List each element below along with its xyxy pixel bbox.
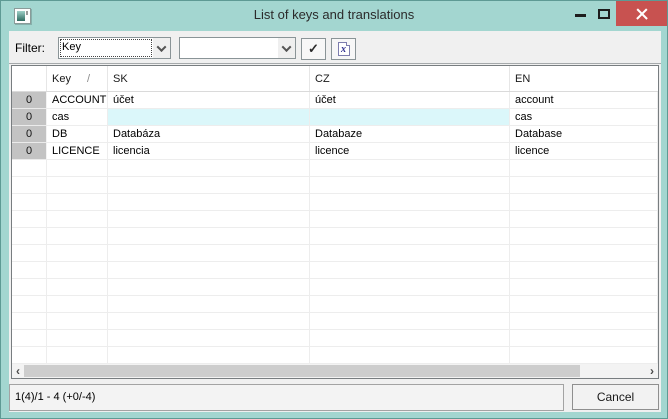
empty-row (12, 160, 658, 177)
sort-ascending-icon: / (87, 73, 90, 85)
column-header-cz[interactable]: CZ (310, 66, 510, 91)
empty-row (12, 347, 658, 364)
empty-row (12, 279, 658, 296)
titlebar: List of keys and translations (1, 1, 667, 31)
empty-row (12, 262, 658, 279)
column-header-key[interactable]: Key / (47, 66, 108, 91)
filter-value-input[interactable] (180, 38, 278, 58)
close-icon (636, 8, 648, 20)
cell-en[interactable]: licence (510, 143, 658, 160)
empty-row (12, 228, 658, 245)
cell-cz-missing-translation[interactable] (310, 109, 510, 126)
filter-value-combobox[interactable] (179, 37, 296, 59)
cell-key[interactable]: DB (47, 126, 108, 143)
table-row[interactable]: 0 LICENCE licencia licence licence (12, 143, 658, 160)
filter-field-value: Key (59, 38, 153, 58)
table-row[interactable]: 0 ACCOUNT účet účet account (12, 92, 658, 109)
table-row[interactable]: 0 cas cas (12, 109, 658, 126)
cell-key[interactable]: cas (47, 109, 108, 126)
window-controls (568, 1, 667, 27)
cell-en[interactable]: cas (510, 109, 658, 126)
cell-sk[interactable]: účet (108, 92, 310, 109)
empty-row (12, 177, 658, 194)
maximize-button[interactable] (592, 1, 616, 27)
cell-sk[interactable]: Databáza (108, 126, 310, 143)
filter-toolbar: Filter: Key ✓ x (9, 31, 661, 64)
record-count-status: 1(4)/1 - 4 (+0/-4) (9, 384, 564, 411)
apply-filter-button[interactable]: ✓ (301, 38, 326, 60)
column-header-sk[interactable]: SK (108, 66, 310, 91)
check-icon: ✓ (308, 41, 319, 57)
cell-key[interactable]: LICENCE (47, 143, 108, 160)
cancel-button[interactable]: Cancel (572, 384, 659, 410)
cell-en[interactable]: Database (510, 126, 658, 143)
scroll-right-button[interactable]: › (646, 365, 658, 378)
filter-label: Filter: (15, 41, 45, 55)
maximize-icon (598, 9, 610, 19)
client-area: Filter: Key ✓ x Key / SK (9, 31, 661, 412)
chevron-down-icon (157, 42, 167, 52)
filter-field-select[interactable]: Key (58, 37, 171, 59)
table-row[interactable]: 0 DB Databáza Databaze Database (12, 126, 658, 143)
cell-sk[interactable]: licencia (108, 143, 310, 160)
empty-row (12, 330, 658, 347)
minimize-icon (575, 14, 586, 17)
cell-cz[interactable]: licence (310, 143, 510, 160)
row-state-cell[interactable]: 0 (12, 109, 47, 126)
grid-header: Key / SK CZ EN (12, 66, 658, 92)
row-state-cell[interactable]: 0 (12, 126, 47, 143)
scrollbar-thumb[interactable] (24, 365, 580, 377)
cell-en[interactable]: account (510, 92, 658, 109)
column-header-en[interactable]: EN (510, 66, 658, 91)
cell-cz[interactable]: účet (310, 92, 510, 109)
horizontal-scrollbar[interactable]: ‹ › (12, 364, 658, 378)
empty-row (12, 313, 658, 330)
grid-body: 0 ACCOUNT účet účet account 0 cas cas 0 … (12, 92, 658, 364)
excel-icon: x (338, 42, 350, 56)
translations-grid: Key / SK CZ EN 0 ACCOUNT účet účet accou… (11, 65, 659, 379)
row-state-cell[interactable]: 0 (12, 143, 47, 160)
close-button[interactable] (616, 1, 667, 26)
row-state-cell[interactable]: 0 (12, 92, 47, 109)
filter-value-dropdown-button[interactable] (278, 38, 295, 58)
cell-sk-missing-translation[interactable] (108, 109, 310, 126)
cell-cz[interactable]: Databaze (310, 126, 510, 143)
empty-row (12, 296, 658, 313)
scroll-left-button[interactable]: ‹ (12, 365, 24, 378)
minimize-button[interactable] (568, 1, 592, 27)
dialog-window: List of keys and translations Filter: Ke… (0, 0, 668, 419)
column-header-selector (12, 66, 47, 91)
cell-key[interactable]: ACCOUNT (47, 92, 108, 109)
empty-row (12, 211, 658, 228)
chevron-down-icon (282, 42, 292, 52)
empty-row (12, 245, 658, 262)
export-excel-button[interactable]: x (331, 38, 356, 60)
filter-field-dropdown-button[interactable] (153, 38, 170, 58)
empty-row (12, 194, 658, 211)
